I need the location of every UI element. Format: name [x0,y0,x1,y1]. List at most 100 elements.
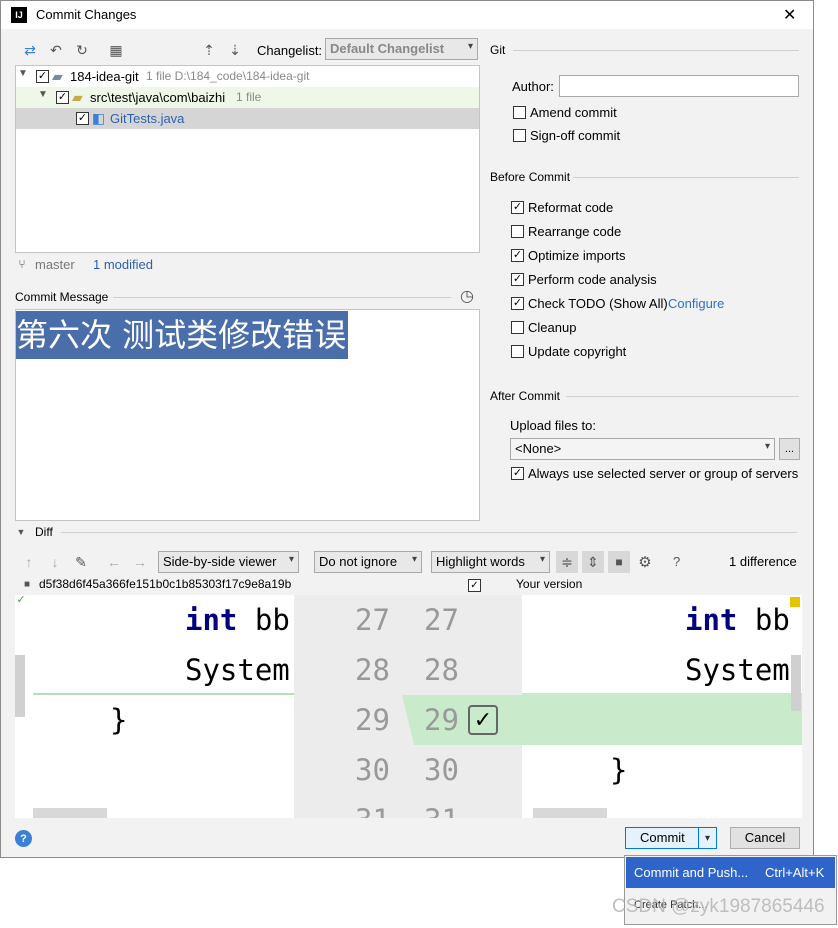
project-checkbox[interactable]: ✓ [36,70,49,83]
changelist-select[interactable]: Default Changelist ▾ [325,38,478,60]
configure-link[interactable]: Configure [668,296,724,311]
divider [113,297,451,298]
collapse-diff-icon[interactable]: ▼ [15,525,27,539]
settings-gear-icon[interactable]: ⚙ [636,553,654,571]
edit-icon[interactable]: ✎ [73,553,89,571]
left-hscrollbar[interactable] [33,808,107,818]
line-num-right-28: 28 [424,653,459,687]
right-hscrollbar[interactable] [533,808,607,818]
before-commit-label-3: Perform code analysis [528,272,657,287]
before-commit-label-6: Update copyright [528,344,627,359]
chevron-down-icon: ▾ [411,554,417,565]
before-commit-checkbox-0[interactable]: ✓ [511,201,524,214]
history-icon[interactable]: ◷ [458,287,476,305]
commit-options-chevron-icon[interactable]: ▾ [698,828,716,848]
ignore-value: Do not ignore [319,554,398,569]
lock-icon: ■ [23,578,31,590]
collapse-all-icon[interactable]: ⇣ [226,41,244,59]
tree-file-name: GitTests.java [110,111,185,126]
chevron-down-icon[interactable]: ▼ [18,68,28,79]
author-label: Author: [512,79,554,94]
app-logo-icon: IJ [11,7,27,23]
package-checkbox[interactable]: ✓ [56,91,69,104]
group-by-icon[interactable]: ▦ [107,41,125,59]
sign-off-checkbox[interactable] [513,129,526,142]
right-line-int: int bb [685,603,790,637]
tree-project-name: 184-idea-git [70,69,139,84]
back-icon[interactable]: ← [106,553,122,571]
window-title: Commit Changes [36,7,137,22]
browse-servers-button[interactable]: ... [779,438,800,460]
lock-icon[interactable]: ■ [608,551,630,573]
file-checkbox[interactable]: ✓ [76,112,89,125]
keyword-int: int [185,603,238,637]
before-commit-label-1: Rearrange code [528,224,622,239]
cancel-button[interactable]: Cancel [730,827,800,849]
tree-row-file[interactable]: ✓ ◧ GitTests.java [16,108,479,129]
right-scrollbar[interactable] [791,655,801,711]
branch-name[interactable]: master [35,257,75,272]
before-commit-checkbox-3[interactable]: ✓ [511,273,524,286]
right-change-band [522,695,802,745]
before-commit-checkbox-5[interactable] [511,321,524,334]
expand-all-icon[interactable]: ⇡ [200,41,218,59]
check-ok-icon: ✓ [16,595,26,606]
difference-count: 1 difference [729,554,797,569]
before-commit-label-5: Cleanup [528,320,577,335]
always-use-checkbox[interactable]: ✓ [511,467,524,480]
commit-message-label: Commit Message [15,290,109,304]
viewer-select[interactable]: Side-by-side viewer ▾ [158,551,299,573]
sign-off-label: Sign-off commit [530,128,621,143]
title-bar: IJ Commit Changes ✕ [1,1,813,29]
include-checkbox[interactable]: ✓ [468,579,481,592]
before-commit-checkbox-1[interactable] [511,225,524,238]
line-num-right-31: 31 [424,803,459,818]
show-diff-icon[interactable]: ⇄ [21,41,39,59]
commit-and-push-label: Commit and Push... [634,865,749,880]
highlight-value: Highlight words [436,554,525,569]
help-text[interactable]: ? [673,554,680,569]
before-commit-checkbox-4[interactable]: ✓ [511,297,524,310]
apply-change-checkbox[interactable]: ✓ [468,705,498,735]
right-line-int-text: bb [754,603,790,637]
rollback-icon[interactable]: ↶ [47,41,65,59]
after-commit-title: After Commit [490,389,561,403]
chevron-down-icon[interactable]: ▼ [38,89,48,100]
commit-button-label: Commit [640,830,685,845]
folder-icon: ▰ [52,68,63,84]
prev-diff-icon[interactable]: ↑ [21,553,37,571]
divider [61,532,797,533]
commit-message-input[interactable]: 第六次 测试类修改错误 [15,309,480,521]
sync-scroll-icon[interactable]: ⇕ [582,551,604,573]
amend-commit-checkbox[interactable] [513,106,526,119]
forward-icon[interactable]: → [132,553,148,571]
author-input[interactable] [559,75,799,97]
next-diff-icon[interactable]: ↓ [47,553,63,571]
refresh-icon[interactable]: ↻ [73,41,91,59]
tree-row-package[interactable]: ▼ ✓ ▰ src\test\java\com\baizhi 1 file [16,87,479,108]
collapse-unchanged-icon[interactable]: ≑ [556,551,578,573]
commit-and-push-shortcut: Ctrl+Alt+K [765,865,825,880]
right-line-system: System [685,653,790,687]
always-use-label: Always use selected server or group of s… [528,466,799,481]
before-commit-checkbox-2[interactable]: ✓ [511,249,524,262]
highlight-select[interactable]: Highlight words ▾ [431,551,550,573]
before-commit-title: Before Commit [490,170,571,184]
before-commit-checkbox-6[interactable] [511,345,524,358]
commit-and-push-item[interactable]: Commit and Push... Ctrl+Alt+K [626,857,835,888]
left-line-int: int bb [185,603,290,637]
left-line-int-text: bb [254,603,290,637]
viewer-value: Side-by-side viewer [163,554,277,569]
close-icon[interactable]: ✕ [783,5,796,25]
before-commit-label-0: Reformat code [528,200,614,215]
modified-count[interactable]: 1 modified [93,257,153,272]
before-commit-label-2: Optimize imports [528,248,626,263]
help-icon[interactable]: ? [15,830,32,847]
diff-viewer: int bb System } 27 27 28 28 29 29 ✓ 30 3… [15,595,802,818]
left-scrollbar[interactable] [15,655,25,717]
chevron-down-icon: ▾ [467,41,473,52]
chevron-down-icon: ▾ [539,554,545,565]
server-select[interactable]: <None> ▾ [510,438,775,460]
tree-row-project[interactable]: ▼ ✓ ▰ 184-idea-git 1 file D:\184_code\18… [16,66,479,87]
ignore-select[interactable]: Do not ignore ▾ [314,551,422,573]
